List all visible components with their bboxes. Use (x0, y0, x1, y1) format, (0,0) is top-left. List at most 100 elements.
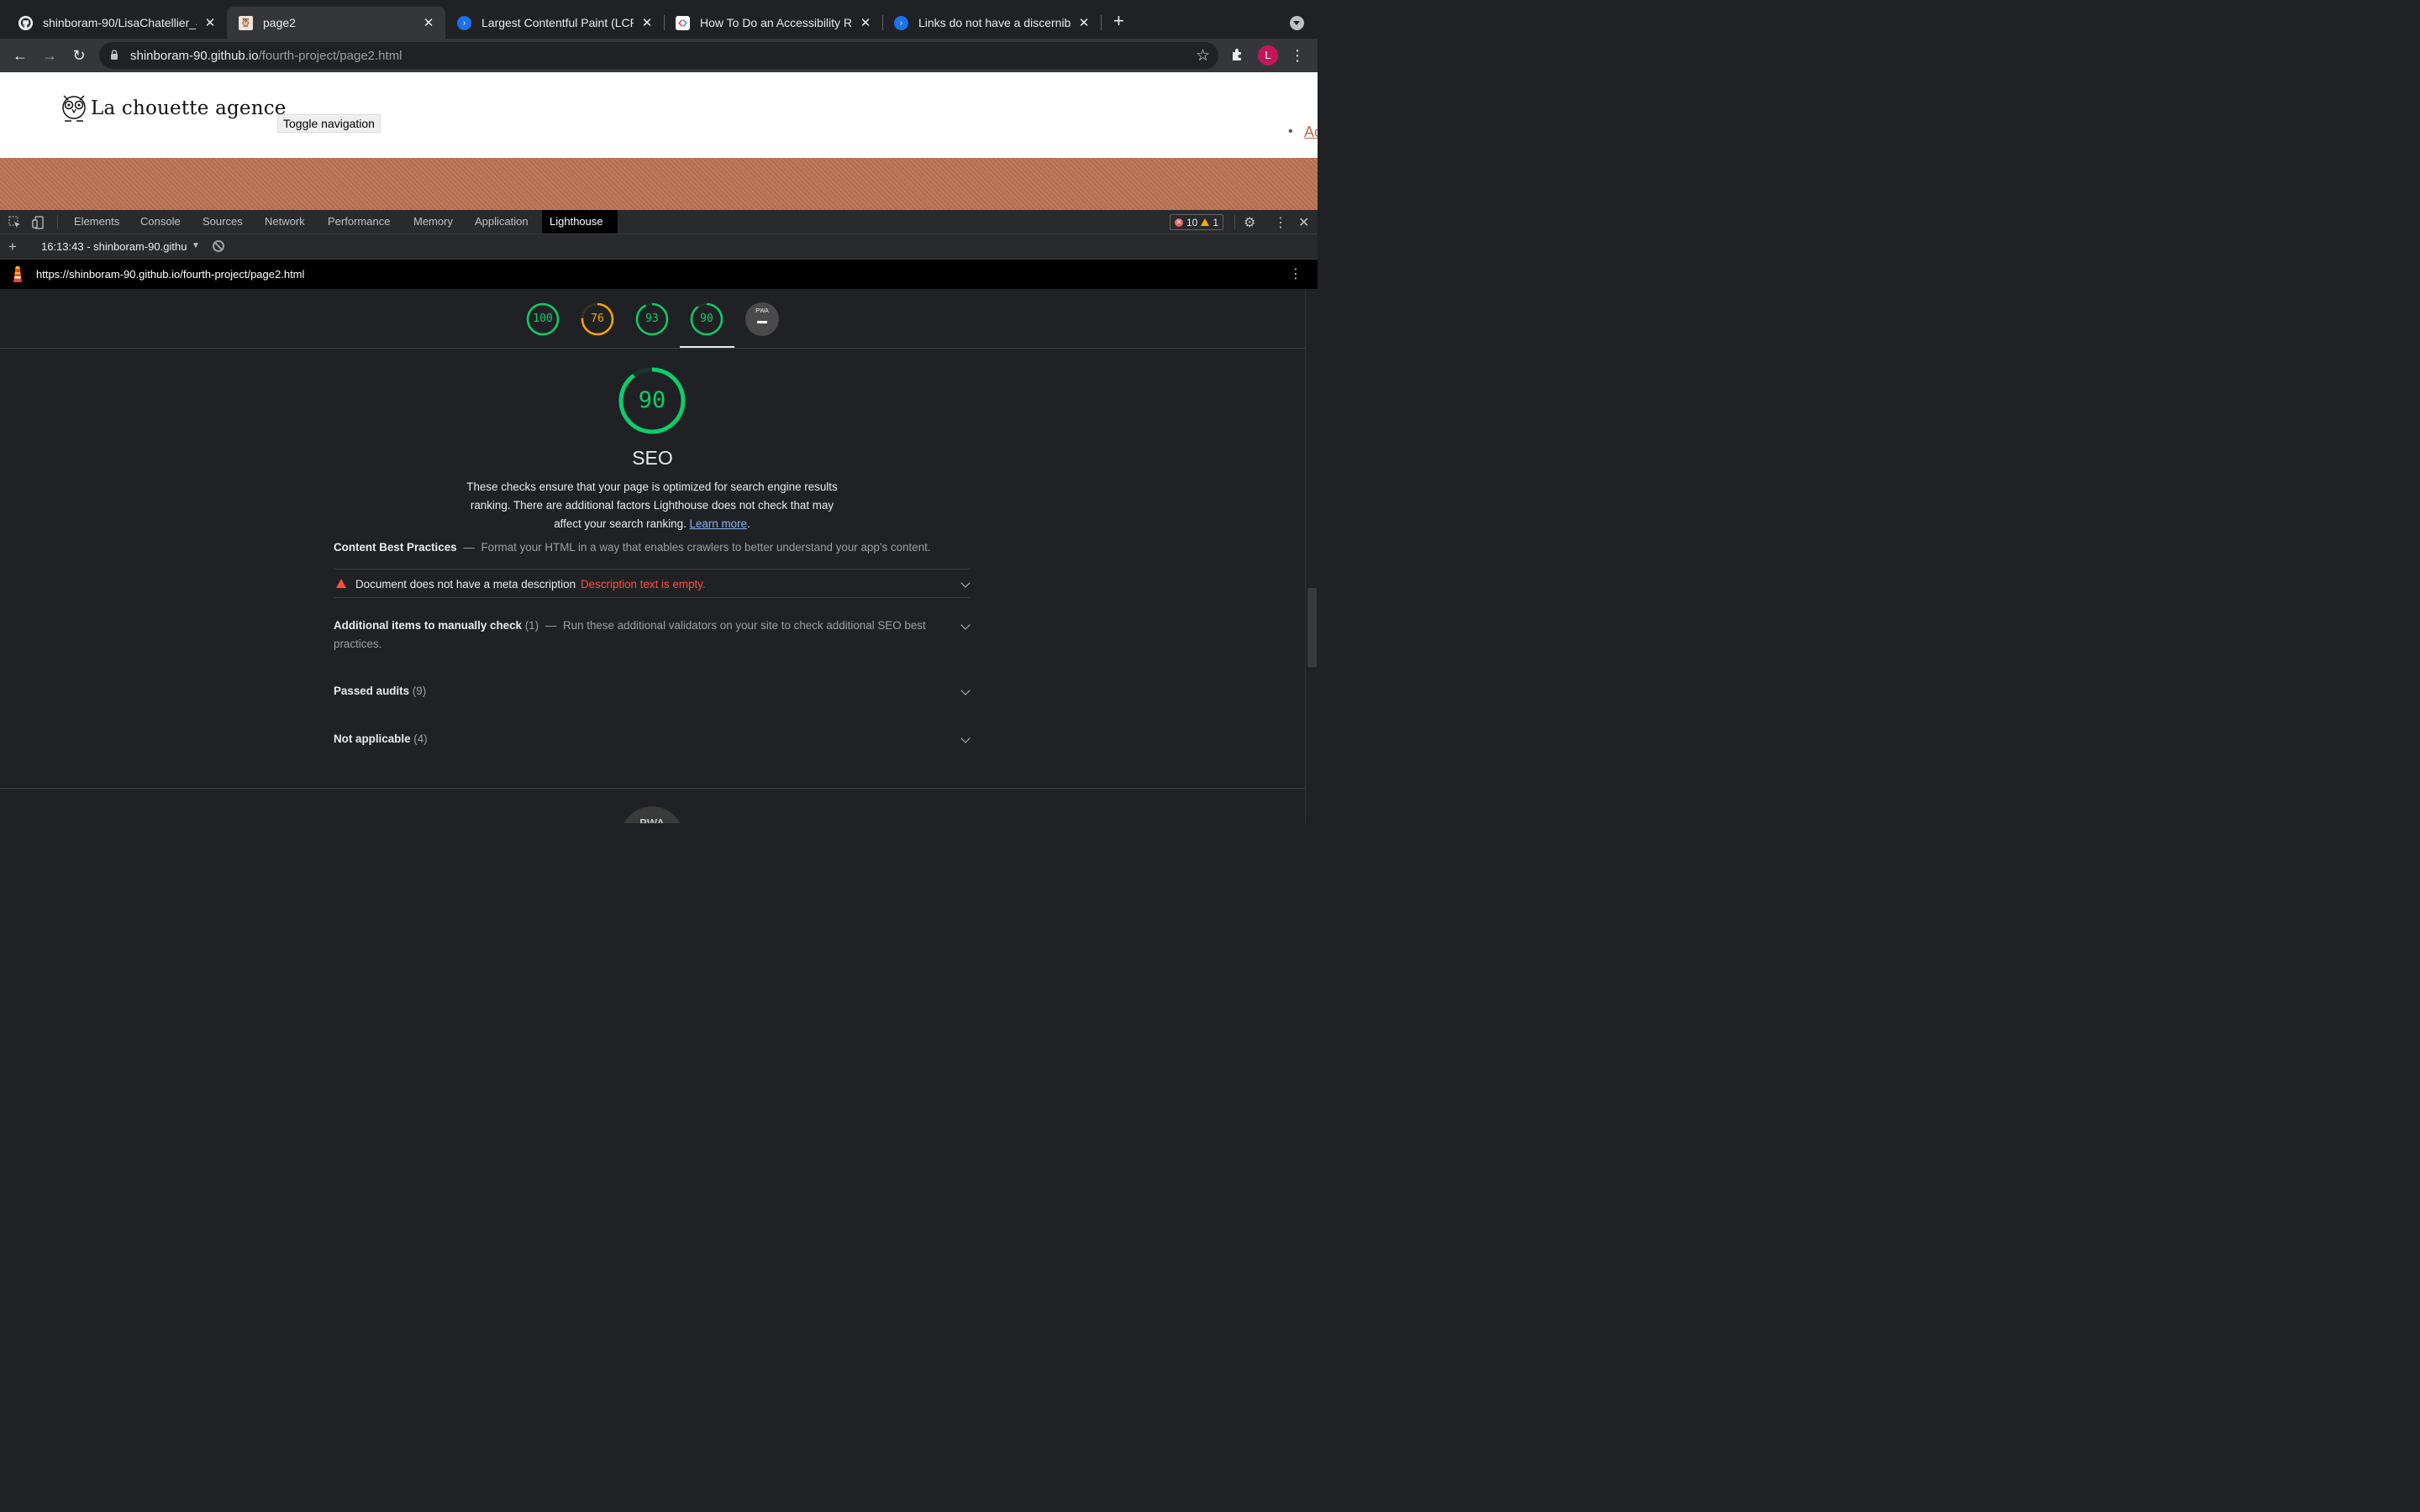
browser-tab-github[interactable]: shinboram-90/LisaChatellier_4 ✕ (7, 7, 227, 39)
webdev-icon: › (893, 15, 908, 30)
tab-title: shinboram-90/LisaChatellier_4 (42, 15, 197, 29)
passed-audits-clump[interactable]: Passed audits (9) (334, 682, 971, 701)
clump-header: Additional items to manually check (1) —… (334, 617, 930, 654)
gauge-value: 100 (533, 312, 553, 325)
devtools-tab-lighthouse[interactable]: Lighthouse (541, 209, 618, 234)
browser-tab-links[interactable]: › Links do not have a discernible ✕ (882, 7, 1101, 39)
close-tab-icon[interactable]: ✕ (203, 15, 217, 30)
learn-more-link[interactable]: Learn more (690, 517, 747, 530)
warning-icon (1201, 218, 1210, 226)
issues-counter[interactable]: ✕ 10 1 (1169, 213, 1224, 230)
gauge-value: 76 (591, 312, 604, 325)
devtools-tab-performance[interactable]: Performance (320, 210, 397, 234)
tab-title: Links do not have a discernible (918, 15, 1071, 29)
gauge-pwa[interactable]: PWA (744, 302, 779, 336)
group-title: Content Best Practices (333, 540, 457, 554)
lighthouse-toolbar: + 16:13:43 - shinboram-90.githu ▼ (0, 234, 1318, 260)
pwa-label: PWA (639, 816, 665, 823)
group-description: Format your HTML in a way that enables c… (481, 540, 931, 554)
back-arrow-icon[interactable]: ← (10, 45, 30, 66)
browser-tab-strip: shinboram-90/LisaChatellier_4 ✕ 🦉 page2 … (0, 0, 1318, 39)
browser-tab-page2[interactable]: 🦉 page2 ✕ (226, 6, 445, 39)
toolbar-divider (56, 214, 58, 229)
pwa-dash-icon (756, 320, 767, 323)
address-url: shinboram-90.github.io/fourth-project/pa… (130, 49, 402, 63)
toggle-navigation-button[interactable]: Toggle navigation (276, 113, 381, 133)
gauge-best-practices[interactable]: 93 (635, 302, 669, 336)
close-tab-icon[interactable]: ✕ (1077, 15, 1091, 30)
close-devtools-icon[interactable]: ✕ (1298, 214, 1309, 231)
devtools-tab-sources[interactable]: Sources (195, 210, 250, 234)
report-selector[interactable]: 16:13:43 - shinboram-90.githu (41, 240, 187, 253)
close-tab-icon[interactable]: ✕ (640, 15, 654, 30)
lighthouse-logo-icon (13, 265, 22, 282)
error-count: 10 (1186, 216, 1198, 228)
owl-logo-icon (62, 95, 86, 122)
tab-title: How To Do an Accessibility Rev (699, 15, 852, 29)
clump-count: (4) (413, 732, 428, 745)
webdev-icon: › (456, 15, 471, 30)
audit-meta-description[interactable]: Document does not have a meta descriptio… (333, 568, 971, 598)
new-report-plus-icon[interactable]: + (8, 239, 17, 255)
settings-gear-icon[interactable]: ⚙ (1244, 214, 1255, 231)
reload-icon[interactable]: ↻ (69, 45, 89, 66)
web-page-viewport: La chouette agence Toggle navigation • A… (0, 71, 1318, 210)
tab-search-icon[interactable] (1289, 15, 1304, 30)
lock-icon (110, 50, 118, 60)
report-menu-icon[interactable]: ⋮ (1289, 265, 1302, 282)
brand-name: La chouette agence (90, 97, 287, 119)
close-tab-icon[interactable]: ✕ (422, 15, 435, 30)
gauge-seo[interactable]: 90 (690, 302, 723, 336)
devtools-tab-memory[interactable]: Memory (406, 210, 460, 234)
category-description: These checks ensure that your page is op… (466, 478, 838, 533)
browser-tab-lcp[interactable]: › Largest Contentful Paint (LCP) ✕ (445, 7, 664, 39)
chevron-down-icon[interactable] (960, 578, 971, 588)
url-host: shinboram-90.github.io (129, 48, 259, 63)
not-applicable-clump[interactable]: Not applicable (4) (334, 730, 971, 748)
clear-reports-icon[interactable] (212, 239, 224, 252)
nav-link[interactable]: Ac (1304, 123, 1318, 141)
inspect-element-icon[interactable] (8, 216, 22, 229)
chevron-down-icon[interactable] (960, 733, 971, 743)
pwa-label: PWA (755, 307, 769, 314)
chrome-menu-icon[interactable]: ⋮ (1290, 45, 1305, 66)
gauge-accessibility[interactable]: 76 (581, 302, 614, 336)
address-bar[interactable]: shinboram-90.github.io/fourth-project/pa… (98, 41, 1218, 69)
devtools-tab-elements[interactable]: Elements (66, 210, 127, 234)
devtools-tab-bar: Elements Console Sources Network Perform… (0, 209, 1318, 234)
toolbar-divider (1234, 214, 1235, 229)
gauge-performance[interactable]: 100 (526, 302, 560, 336)
bookmark-star-icon[interactable]: ☆ (1196, 46, 1210, 66)
close-tab-icon[interactable]: ✕ (859, 15, 872, 30)
chevron-down-icon[interactable]: ▼ (192, 241, 200, 250)
chevron-down-icon[interactable] (960, 620, 971, 630)
browser-toolbar: ← → ↻ shinboram-90.github.io/fourth-proj… (0, 38, 1318, 72)
device-toolbar-icon[interactable] (32, 216, 45, 229)
site-logo[interactable]: La chouette agence (60, 92, 287, 124)
profile-avatar[interactable]: L (1257, 45, 1278, 66)
google-developers-icon (675, 15, 690, 30)
scrollbar-thumb[interactable] (1307, 587, 1317, 667)
report-scrollbar[interactable] (1304, 288, 1318, 823)
devtools-menu-icon[interactable]: ⋮ (1274, 214, 1287, 231)
tab-separator (1100, 14, 1102, 30)
tab-title: page2 (262, 15, 296, 29)
devtools-tab-application[interactable]: Application (467, 210, 536, 234)
audit-title-text: Document does not have a meta descriptio… (355, 577, 576, 591)
clump-title: Passed audits (333, 684, 410, 697)
devtools-tab-network[interactable]: Network (257, 210, 313, 234)
github-icon (18, 15, 33, 30)
description-period: . (747, 517, 750, 530)
browser-tab-accessibility[interactable]: How To Do an Accessibility Rev ✕ (664, 7, 882, 39)
devtools-tab-console[interactable]: Console (133, 210, 188, 234)
report-url[interactable]: https://shinboram-90.github.io/fourth-pr… (36, 268, 304, 281)
manual-checks-clump[interactable]: Additional items to manually check (1) —… (334, 617, 971, 654)
chevron-down-icon[interactable] (960, 685, 971, 696)
new-tab-icon[interactable]: + (1113, 12, 1124, 30)
pwa-gauge-next-section: PWA (619, 806, 684, 823)
forward-arrow-icon[interactable]: → (39, 45, 60, 66)
audit-group-header: Content Best Practices — Format your HTM… (334, 541, 972, 554)
clump-title: Not applicable (333, 732, 411, 745)
gauge-value: 93 (645, 312, 659, 325)
extensions-puzzle-icon[interactable] (1230, 47, 1245, 66)
